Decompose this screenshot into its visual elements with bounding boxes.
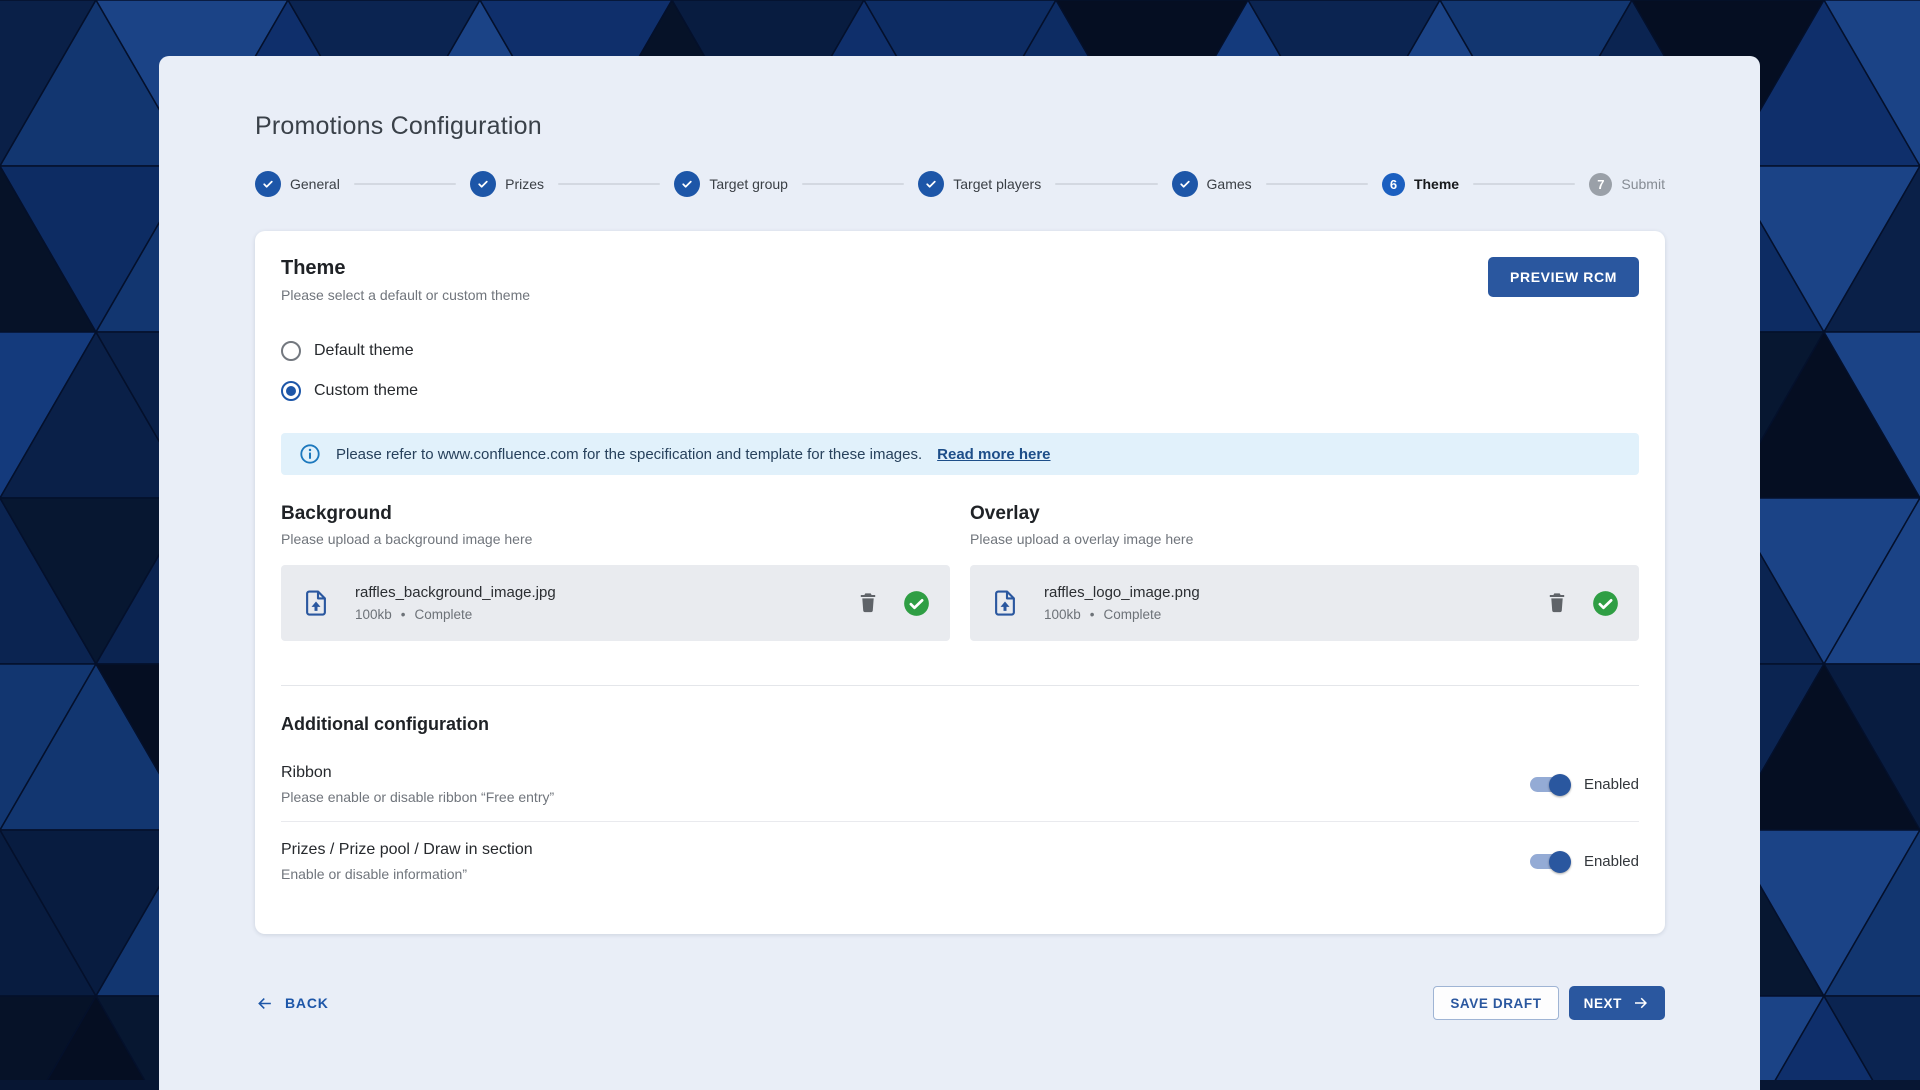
theme-card-header: Theme Please select a default or custom … <box>281 257 1639 303</box>
additional-config-title: Additional configuration <box>281 714 1639 735</box>
trash-icon <box>1545 590 1569 614</box>
step-connector <box>354 183 456 185</box>
ribbon-row-title: Ribbon <box>281 764 554 782</box>
step-submit[interactable]: 7 Submit <box>1589 173 1665 196</box>
next-button-label: NEXT <box>1584 996 1622 1011</box>
toggle-thumb <box>1549 851 1571 873</box>
delete-file-button[interactable] <box>855 590 881 616</box>
file-meta: 100kb • Complete <box>1044 607 1200 622</box>
file-size: 100kb <box>1044 607 1081 622</box>
save-draft-button[interactable]: SAVE DRAFT <box>1433 986 1558 1020</box>
step-complete-check-icon <box>674 171 700 197</box>
file-meta: 100kb • Complete <box>355 607 556 622</box>
overlay-upload-column: Overlay Please upload a overlay image he… <box>970 503 1639 641</box>
step-target-group[interactable]: Target group <box>674 171 788 197</box>
background-title: Background <box>281 503 950 525</box>
radio-custom-theme[interactable]: Custom theme <box>281 371 418 411</box>
file-size: 100kb <box>355 607 392 622</box>
step-complete-check-icon <box>470 171 496 197</box>
meta-separator: • <box>1090 607 1095 622</box>
toggle-thumb <box>1549 774 1571 796</box>
section-divider <box>281 685 1639 686</box>
upload-complete-check-icon <box>903 590 930 617</box>
wizard-footer: BACK SAVE DRAFT NEXT <box>255 986 1665 1020</box>
prizes-row-title: Prizes / Prize pool / Draw in section <box>281 841 533 859</box>
upload-complete-check-icon <box>1592 590 1619 617</box>
step-prizes[interactable]: Prizes <box>470 171 544 197</box>
overlay-title: Overlay <box>970 503 1639 525</box>
arrow-left-icon <box>255 994 274 1013</box>
next-button[interactable]: NEXT <box>1569 986 1665 1020</box>
step-complete-check-icon <box>1172 171 1198 197</box>
step-connector <box>1055 183 1157 185</box>
theme-section-title: Theme <box>281 257 530 280</box>
upload-file-icon <box>301 588 331 618</box>
upload-grid: Background Please upload a background im… <box>281 503 1639 641</box>
step-label: Prizes <box>505 176 544 192</box>
step-label: Target group <box>709 176 788 192</box>
step-games[interactable]: Games <box>1172 171 1252 197</box>
wizard-stepper: General Prizes Target group Target playe… <box>255 171 1665 197</box>
background-subtitle: Please upload a background image here <box>281 531 950 547</box>
ribbon-toggle-row: Ribbon Please enable or disable ribbon “… <box>281 745 1639 821</box>
step-label: General <box>290 176 340 192</box>
theme-section-subtitle: Please select a default or custom theme <box>281 287 530 303</box>
ribbon-row-subtitle: Please enable or disable ribbon “Free en… <box>281 789 554 805</box>
step-number-badge: 6 <box>1382 173 1405 196</box>
radio-icon-selected <box>281 381 301 401</box>
back-button[interactable]: BACK <box>255 994 329 1013</box>
preview-rcm-button[interactable]: PREVIEW RCM <box>1488 257 1639 297</box>
ribbon-toggle-label: Enabled <box>1584 776 1639 793</box>
upload-file-icon <box>990 588 1020 618</box>
step-target-players[interactable]: Target players <box>918 171 1041 197</box>
step-label: Games <box>1207 176 1252 192</box>
ribbon-toggle-switch[interactable] <box>1530 777 1568 792</box>
prizes-toggle-row: Prizes / Prize pool / Draw in section En… <box>281 822 1639 898</box>
theme-card: Theme Please select a default or custom … <box>255 231 1665 934</box>
meta-separator: • <box>401 607 406 622</box>
arrow-right-icon <box>1632 994 1650 1012</box>
info-banner: Please refer to www.confluence.com for t… <box>281 433 1639 475</box>
step-theme[interactable]: 6 Theme <box>1382 173 1459 196</box>
step-number-badge: 7 <box>1589 173 1612 196</box>
file-name: raffles_background_image.jpg <box>355 584 556 601</box>
file-status: Complete <box>415 607 473 622</box>
main-sheet: Promotions Configuration General Prizes … <box>159 56 1760 1090</box>
prizes-row-subtitle: Enable or disable information” <box>281 866 533 882</box>
step-label: Submit <box>1621 176 1665 192</box>
delete-file-button[interactable] <box>1544 590 1570 616</box>
background-upload-column: Background Please upload a background im… <box>281 503 950 641</box>
file-name: raffles_logo_image.png <box>1044 584 1200 601</box>
overlay-file-card: raffles_logo_image.png 100kb • Complete <box>970 565 1639 641</box>
step-connector <box>802 183 904 185</box>
info-icon <box>299 443 321 465</box>
step-complete-check-icon <box>255 171 281 197</box>
step-label: Target players <box>953 176 1041 192</box>
overlay-subtitle: Please upload a overlay image here <box>970 531 1639 547</box>
prizes-toggle-label: Enabled <box>1584 853 1639 870</box>
read-more-link[interactable]: Read more here <box>937 446 1050 463</box>
step-connector <box>1266 183 1368 185</box>
radio-label: Custom theme <box>314 382 418 400</box>
radio-icon <box>281 341 301 361</box>
page-title: Promotions Configuration <box>255 112 1664 141</box>
trash-icon <box>856 590 880 614</box>
prizes-toggle-switch[interactable] <box>1530 854 1568 869</box>
back-button-label: BACK <box>285 995 329 1011</box>
step-connector <box>558 183 660 185</box>
background-file-card: raffles_background_image.jpg 100kb • Com… <box>281 565 950 641</box>
step-complete-check-icon <box>918 171 944 197</box>
radio-default-theme[interactable]: Default theme <box>281 331 414 371</box>
step-label: Theme <box>1414 176 1459 192</box>
radio-label: Default theme <box>314 342 414 360</box>
step-connector <box>1473 183 1575 185</box>
info-banner-text: Please refer to www.confluence.com for t… <box>336 446 922 463</box>
step-general[interactable]: General <box>255 171 340 197</box>
file-status: Complete <box>1104 607 1162 622</box>
theme-radio-group: Default theme Custom theme <box>281 331 1639 411</box>
